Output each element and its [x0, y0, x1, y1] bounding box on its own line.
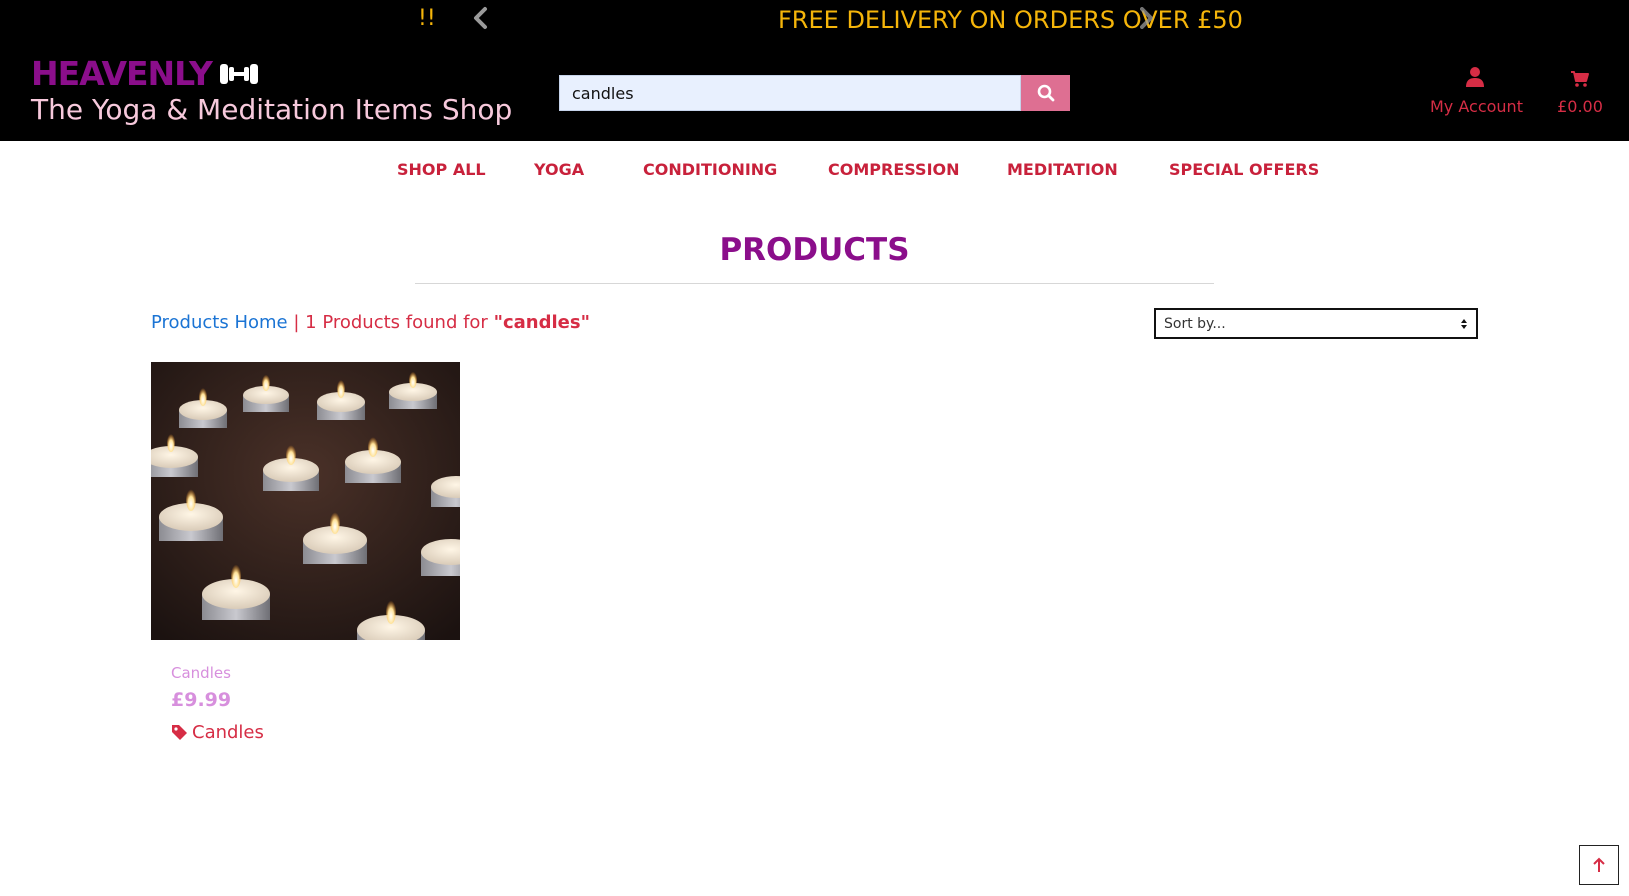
- results-separator: |: [293, 312, 300, 333]
- page-title: PRODUCTS: [719, 232, 910, 268]
- nav-item-special-offers[interactable]: SPECIAL OFFERS: [1169, 160, 1319, 179]
- search-icon: [1037, 84, 1054, 102]
- banner-previous-message-fragment: !!: [418, 6, 436, 31]
- product-name[interactable]: Candles: [171, 664, 231, 682]
- sort-select[interactable]: Sort by...: [1154, 308, 1478, 339]
- product-category-label: Candles: [192, 722, 264, 743]
- chevron-left-icon[interactable]: [471, 6, 491, 30]
- nav-item-conditioning[interactable]: CONDITIONING: [643, 160, 777, 179]
- product-category-link[interactable]: Candles: [171, 722, 264, 743]
- nav-item-meditation[interactable]: MEDITATION: [1007, 160, 1118, 179]
- results-count: 1 Products found for: [305, 312, 488, 333]
- tag-icon: [172, 725, 187, 740]
- dumbbell-icon: [219, 63, 258, 84]
- brand-name: HEAVENLY: [31, 54, 213, 93]
- select-arrows-icon: [1461, 318, 1467, 329]
- arrow-up-icon: [1593, 857, 1605, 872]
- chevron-right-icon[interactable]: [1136, 6, 1156, 30]
- site-header: !! FREE DELIVERY ON ORDERS OVER £50 HEAV…: [0, 0, 1629, 141]
- search-form: [559, 75, 1070, 111]
- brand-tagline: The Yoga & Meditation Items Shop: [31, 93, 513, 126]
- shopping-bag-link[interactable]: £0.00: [1552, 70, 1608, 116]
- product-price: £9.99: [171, 689, 232, 711]
- my-account-link[interactable]: My Account: [1430, 66, 1523, 116]
- my-account-label: My Account: [1430, 97, 1523, 116]
- delivery-banner-message: FREE DELIVERY ON ORDERS OVER £50: [778, 6, 1243, 34]
- search-input[interactable]: [559, 75, 1021, 111]
- nav-item-shop-all[interactable]: SHOP ALL: [397, 160, 486, 179]
- products-home-link[interactable]: Products Home: [151, 312, 288, 333]
- candles-photo: [151, 362, 460, 640]
- title-divider: [415, 283, 1214, 284]
- main-nav: SHOP ALL YOGA CONDITIONING COMPRESSION M…: [0, 156, 1629, 186]
- search-term: "candles": [493, 312, 590, 333]
- results-summary: Products Home | 1 Products found for "ca…: [151, 312, 590, 333]
- bag-total: £0.00: [1557, 97, 1603, 116]
- product-image-candles[interactable]: [151, 362, 460, 640]
- back-to-top-button[interactable]: [1579, 845, 1619, 885]
- nav-item-yoga[interactable]: YOGA: [534, 160, 584, 179]
- user-icon: [1466, 67, 1484, 87]
- nav-item-compression[interactable]: COMPRESSION: [828, 160, 960, 179]
- brand-logo-link[interactable]: HEAVENLY The Yoga & Meditation Items Sho…: [31, 54, 512, 126]
- search-button[interactable]: [1021, 75, 1070, 111]
- sort-selected-value: Sort by...: [1164, 315, 1226, 332]
- shopping-cart-icon: [1571, 71, 1589, 87]
